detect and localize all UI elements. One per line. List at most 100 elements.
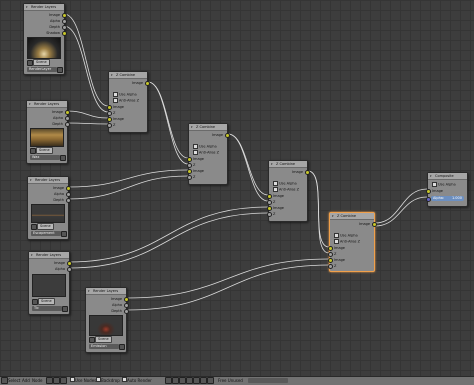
camera-icon[interactable]: [62, 306, 68, 312]
node-link[interactable]: [147, 81, 189, 165]
caret-down-icon[interactable]: ▾: [191, 124, 193, 130]
use-alpha-toggle[interactable]: Use Alpha: [273, 181, 297, 186]
input-socket-image[interactable]: [107, 117, 112, 122]
camera-icon[interactable]: [179, 377, 186, 384]
output-socket-image[interactable]: [66, 186, 71, 191]
caret-down-icon[interactable]: ▾: [271, 161, 273, 167]
node-link[interactable]: [147, 81, 189, 159]
camera-icon[interactable]: [60, 155, 66, 161]
input-socket-z[interactable]: [187, 163, 192, 168]
z-combine-node-4[interactable]: ▾ Z Combine Image Use Alpha Anti-Alias Z …: [328, 212, 377, 272]
output-socket-image[interactable]: [62, 13, 67, 18]
menu-select[interactable]: Select: [8, 377, 20, 385]
render-layers-node-4[interactable]: ▾ Render Layers Image Alpha Scene Tic: [28, 251, 72, 315]
input-socket-image[interactable]: [187, 157, 192, 162]
composite-node[interactable]: ▾ Composite Use Alpha Image Alpha: 1.000: [426, 172, 468, 207]
checkbox-icon[interactable]: [334, 233, 339, 238]
input-socket-image[interactable]: [267, 194, 272, 199]
node-link[interactable]: [67, 169, 189, 188]
use-alpha-toggle[interactable]: Use Alpha: [193, 144, 217, 149]
input-socket-z[interactable]: [328, 252, 333, 257]
node-header[interactable]: ▾ Render Layers: [24, 4, 64, 11]
z-combine-node-1[interactable]: ▾ Z Combine Image Use Alpha Anti-Alias Z …: [107, 71, 150, 133]
caret-down-icon[interactable]: ▾: [31, 252, 33, 258]
output-socket-alpha[interactable]: [67, 267, 72, 272]
image-icon[interactable]: [172, 377, 179, 384]
node-header[interactable]: ▾ Z Combine: [330, 213, 374, 220]
layer-field[interactable]: Escapement: [31, 231, 61, 236]
node-link[interactable]: [227, 133, 269, 202]
anti-alias-toggle[interactable]: Anti-Alias Z: [273, 187, 299, 192]
input-socket-z[interactable]: [107, 111, 112, 116]
caret-down-icon[interactable]: ▾: [430, 173, 432, 179]
node-header[interactable]: ▾ Z Combine: [189, 124, 227, 131]
scene-selector[interactable]: Scene: [38, 298, 55, 305]
node-link[interactable]: [66, 110, 109, 119]
texture-icon[interactable]: [60, 377, 67, 384]
caret-down-icon[interactable]: ▾: [111, 72, 113, 78]
snap-icon[interactable]: [165, 377, 172, 384]
node-link[interactable]: [227, 133, 269, 196]
node-header[interactable]: ▾ Z Combine: [109, 72, 147, 79]
checkbox-icon[interactable]: [432, 182, 437, 187]
cursor-icon[interactable]: [193, 377, 200, 384]
output-socket-depth[interactable]: [124, 309, 129, 314]
node-link[interactable]: [63, 25, 109, 113]
checkbox-icon[interactable]: [193, 144, 198, 149]
input-socket-z[interactable]: [107, 123, 112, 128]
node-header[interactable]: ▾ Z Combine: [269, 161, 307, 168]
node-link[interactable]: [68, 206, 269, 263]
caret-down-icon[interactable]: ▾: [29, 101, 31, 107]
material-icon[interactable]: [46, 377, 53, 384]
layer-field[interactable]: Tic: [32, 306, 62, 311]
input-socket-image[interactable]: [426, 189, 431, 194]
scene-selector[interactable]: Scene: [95, 336, 112, 343]
alpha-field[interactable]: Alpha: 1.000: [431, 196, 464, 201]
node-link[interactable]: [374, 188, 428, 224]
layer-field[interactable]: Wax: [30, 155, 60, 160]
output-socket-image[interactable]: [67, 261, 72, 266]
node-link[interactable]: [126, 258, 330, 299]
checkbox-icon[interactable]: [273, 187, 278, 192]
output-socket-image[interactable]: [65, 110, 70, 115]
anti-alias-toggle[interactable]: Anti-Alias Z: [113, 98, 139, 103]
node-link[interactable]: [66, 122, 109, 125]
node-link[interactable]: [307, 170, 330, 254]
input-socket-z[interactable]: [187, 175, 192, 180]
node-header[interactable]: ▾ Render Layers: [86, 288, 126, 295]
use-alpha-toggle[interactable]: Use Alpha: [334, 233, 358, 238]
input-socket-image[interactable]: [107, 105, 112, 110]
camera-icon[interactable]: [61, 231, 67, 237]
caret-down-icon[interactable]: ▾: [26, 4, 28, 10]
output-socket-image[interactable]: [372, 222, 377, 227]
render-layers-node-5[interactable]: ▾ Render Layers Image Alpha Depth Scene E…: [85, 287, 129, 353]
input-socket-z[interactable]: [267, 212, 272, 217]
render-layers-node-3[interactable]: ▾ Render Layers Image Alpha Depth Scene E…: [27, 176, 71, 240]
scene-selector[interactable]: Scene: [33, 59, 50, 66]
node-link[interactable]: [126, 264, 330, 311]
output-socket-alpha[interactable]: [124, 303, 129, 308]
output-socket-alpha[interactable]: [65, 116, 70, 121]
output-socket-image[interactable]: [124, 297, 129, 302]
node-link[interactable]: [68, 212, 269, 269]
output-socket-depth[interactable]: [62, 25, 67, 30]
node-header[interactable]: ▾ Composite: [428, 173, 467, 180]
z-combine-node-2[interactable]: ▾ Z Combine Image Use Alpha Anti-Alias Z …: [187, 123, 230, 185]
input-socket-image[interactable]: [328, 246, 333, 251]
output-socket-depth[interactable]: [66, 198, 71, 203]
use-alpha-toggle[interactable]: Use Alpha: [113, 92, 137, 97]
node-link[interactable]: [67, 175, 189, 200]
node-link[interactable]: [63, 13, 109, 107]
editor-type-icon[interactable]: [1, 377, 8, 384]
input-socket-z[interactable]: [267, 200, 272, 205]
checkbox-icon[interactable]: [113, 92, 118, 97]
use-alpha-toggle[interactable]: Use Alpha: [432, 182, 456, 187]
layer-icon[interactable]: [200, 377, 207, 384]
checkbox-icon[interactable]: [334, 239, 339, 244]
lock-icon[interactable]: [207, 377, 214, 384]
anti-alias-toggle[interactable]: Anti-Alias Z: [193, 150, 219, 155]
node-link[interactable]: [374, 196, 428, 227]
menu-node[interactable]: Node: [32, 377, 42, 385]
output-socket-shadow[interactable]: [62, 31, 67, 36]
output-socket-image[interactable]: [305, 170, 310, 175]
